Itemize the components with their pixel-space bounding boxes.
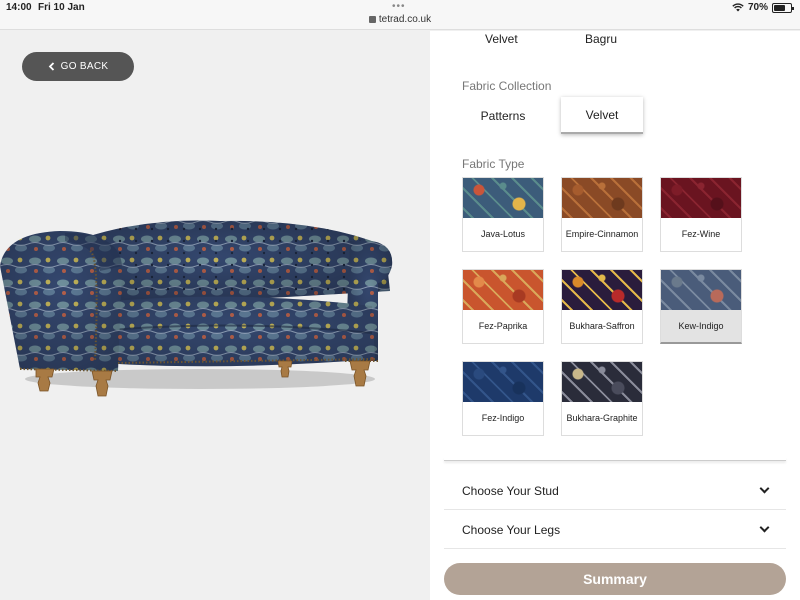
fabric-swatch-name: Fez-Paprika bbox=[478, 321, 528, 331]
fabric-swatch-image bbox=[562, 178, 642, 218]
choose-stud-label: Choose Your Stud bbox=[462, 483, 559, 498]
wifi-icon bbox=[732, 3, 744, 12]
fabric-swatch-name: Kew-Indigo bbox=[678, 321, 724, 331]
fabric-swatch[interactable]: Java-Lotus bbox=[462, 177, 544, 252]
fabric-swatch[interactable]: Bukhara-Graphite bbox=[561, 361, 643, 436]
fabric-type-label: Fabric Type bbox=[462, 157, 525, 171]
sofa-image bbox=[0, 220, 393, 397]
fabric-swatch-image bbox=[463, 178, 543, 218]
fabric-swatch-name: Fez-Wine bbox=[681, 229, 721, 239]
url-text: tetrad.co.uk bbox=[378, 14, 432, 25]
fabric-swatch-name: Bukhara-Graphite bbox=[566, 413, 638, 423]
fabric-swatch-image bbox=[661, 270, 741, 310]
fabric-swatch-name: Java-Lotus bbox=[480, 229, 526, 239]
fabric-swatch[interactable]: Bukhara-Saffron bbox=[561, 269, 643, 344]
fabric-swatch[interactable]: Empire-Cinnamon bbox=[561, 177, 643, 252]
status-bar: 14:00 Fri 10 Jan ••• tetrad.co.uk 70% bbox=[0, 0, 800, 30]
fabric-swatch-image bbox=[661, 178, 741, 218]
product-preview: GO BACK bbox=[0, 31, 430, 600]
option-bagru[interactable]: Bagru bbox=[585, 32, 617, 46]
fabric-swatch-name: Fez-Indigo bbox=[481, 413, 525, 423]
go-back-label: GO BACK bbox=[60, 61, 109, 72]
choose-legs-accordion[interactable]: Choose Your Legs bbox=[444, 511, 786, 549]
more-dots-icon[interactable]: ••• bbox=[392, 1, 406, 12]
status-indicators: 70% bbox=[732, 2, 794, 13]
choose-stud-accordion[interactable]: Choose Your Stud bbox=[444, 472, 786, 510]
collection-tab-patterns[interactable]: Patterns bbox=[462, 97, 544, 134]
collection-tab-velvet[interactable]: Velvet bbox=[561, 97, 643, 134]
summary-button[interactable]: Summary bbox=[444, 563, 786, 595]
chevron-left-icon bbox=[48, 62, 54, 71]
go-back-button[interactable]: GO BACK bbox=[22, 52, 134, 81]
top-options-row: Velvet Bagru bbox=[430, 31, 800, 53]
chevron-down-icon bbox=[759, 522, 770, 533]
fabric-collection-label: Fabric Collection bbox=[462, 79, 552, 93]
fabric-swatch[interactable]: Fez-Indigo bbox=[462, 361, 544, 436]
fabric-swatch[interactable]: Fez-Wine bbox=[660, 177, 742, 252]
status-time: 14:00 bbox=[6, 2, 32, 13]
option-velvet[interactable]: Velvet bbox=[485, 32, 518, 46]
fabric-swatch-name: Bukhara-Saffron bbox=[569, 321, 635, 331]
address-bar[interactable]: tetrad.co.uk bbox=[0, 14, 800, 25]
fabric-swatch[interactable]: Fez-Paprika bbox=[462, 269, 544, 344]
fabric-swatch-image bbox=[562, 362, 642, 402]
battery-percent: 70% bbox=[747, 2, 768, 13]
choose-legs-label: Choose Your Legs bbox=[462, 522, 561, 537]
fabric-swatch-image bbox=[562, 270, 642, 310]
section-divider bbox=[444, 457, 786, 461]
fabric-swatch[interactable]: Kew-Indigo bbox=[660, 269, 742, 344]
lock-icon bbox=[368, 16, 376, 23]
status-date: Fri 10 Jan bbox=[38, 2, 85, 13]
fabric-swatch-image bbox=[463, 362, 543, 402]
options-panel: Velvet Bagru Fabric Collection Patterns … bbox=[430, 31, 800, 600]
fabric-swatch-image bbox=[463, 270, 543, 310]
battery-icon bbox=[772, 2, 794, 13]
chevron-down-icon bbox=[759, 483, 770, 494]
fabric-swatch-name: Empire-Cinnamon bbox=[565, 229, 639, 239]
